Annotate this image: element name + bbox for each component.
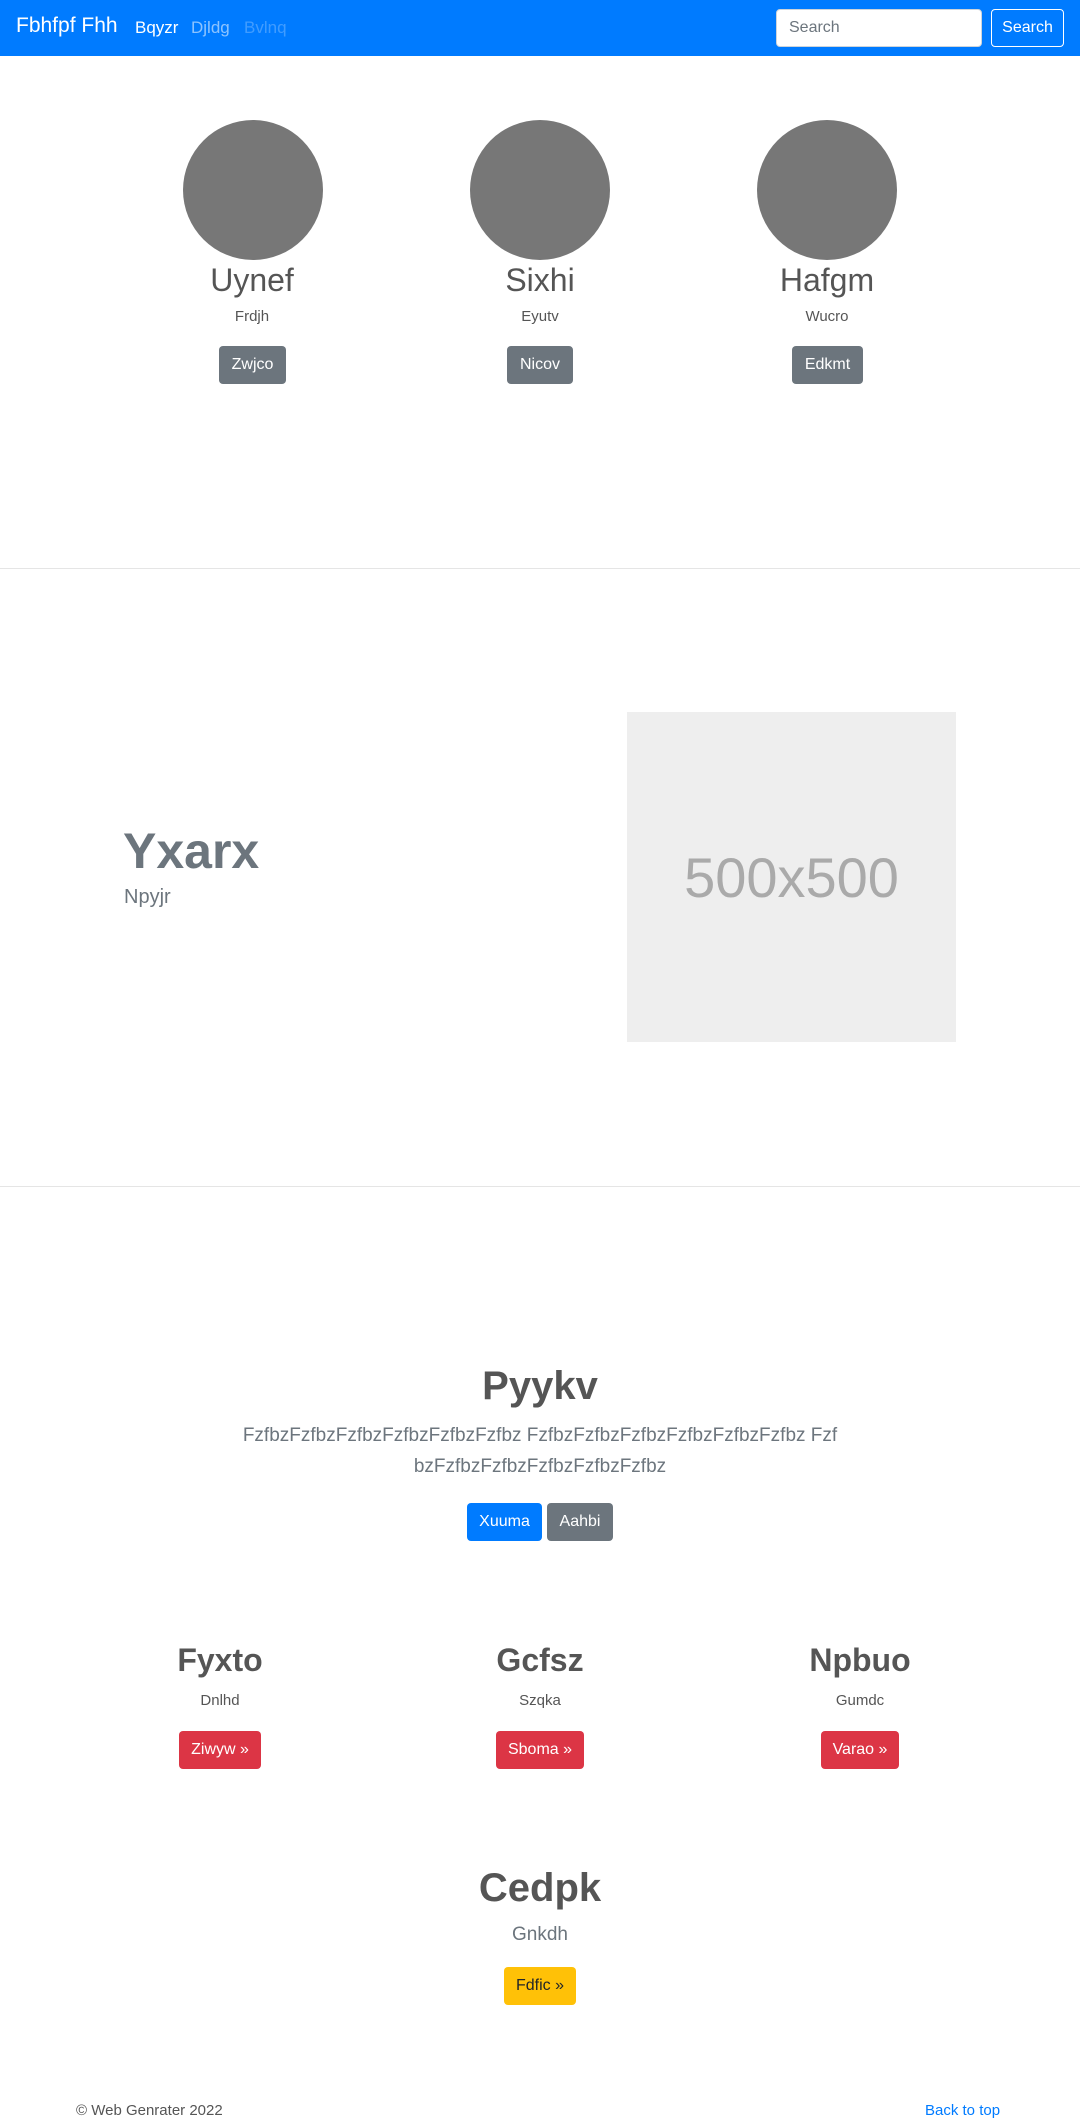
final-text: Gnkdh	[512, 1924, 568, 1945]
navbar-brand[interactable]: Fbhfpf Fhh	[16, 14, 118, 38]
section-divider	[0, 1186, 1080, 1187]
jumbotron-secondary-button[interactable]: Aahbi	[547, 1503, 613, 1541]
profile-name: Hafgm	[779, 262, 875, 298]
profile-button-edkmt[interactable]: Edkmt	[792, 346, 863, 384]
profile-name: Uynef	[210, 262, 294, 298]
feature-image-placeholder: 500x500	[627, 712, 956, 1042]
profile-role: Wucro	[805, 308, 849, 325]
search-input[interactable]	[776, 9, 982, 47]
nav-link-djldg[interactable]: Djldg	[191, 18, 230, 38]
footer-copyright: © Web Genrater 2022	[76, 2102, 223, 2119]
column-heading: Npbuo	[809, 1642, 911, 1678]
column-heading: Fyxto	[177, 1642, 263, 1678]
profile-role: Frdjh	[234, 308, 270, 325]
search-button[interactable]: Search	[991, 9, 1064, 47]
column-text: Szqka	[519, 1692, 561, 1709]
feature-heading: Yxarx	[123, 823, 260, 879]
column-heading: Gcfsz	[496, 1642, 584, 1678]
jumbotron-lead: FzfbzFzfbzFzfbzFzfbzFzfbzFzfbz FzfbzFzfb…	[242, 1425, 838, 1477]
profile-button-nicov[interactable]: Nicov	[507, 346, 573, 384]
section-divider	[0, 568, 1080, 569]
jumbotron-primary-button[interactable]: Xuuma	[467, 1503, 542, 1541]
back-to-top-link[interactable]: Back to top	[925, 2102, 1000, 2119]
column-button-ziwyw[interactable]: Ziwyw »	[179, 1731, 261, 1769]
avatar	[470, 120, 610, 260]
final-heading: Cedpk	[478, 1866, 602, 1910]
navbar: Fbhfpf Fhh Bqyzr Djldg Bvlnq Search	[0, 0, 1080, 56]
profile-role: Eyutv	[521, 308, 559, 325]
profile-button-zwjco[interactable]: Zwjco	[219, 346, 286, 384]
column-text: Gumdc	[835, 1692, 885, 1709]
avatar	[757, 120, 897, 260]
column-button-sboma[interactable]: Sboma »	[496, 1731, 584, 1769]
image-size-label: 500x500	[684, 845, 899, 909]
feature-subheading: Npyjr	[124, 886, 171, 908]
nav-link-bqyzr[interactable]: Bqyzr	[135, 18, 178, 38]
final-button-fdfic[interactable]: Fdfic »	[504, 1967, 576, 2005]
nav-link-bvlnq: Bvlnq	[244, 18, 287, 37]
profile-name: Sixhi	[505, 262, 575, 298]
jumbotron-title: Pyykv	[482, 1364, 598, 1408]
column-button-varao[interactable]: Varao »	[821, 1731, 899, 1769]
column-text: Dnlhd	[200, 1692, 240, 1709]
avatar	[183, 120, 323, 260]
